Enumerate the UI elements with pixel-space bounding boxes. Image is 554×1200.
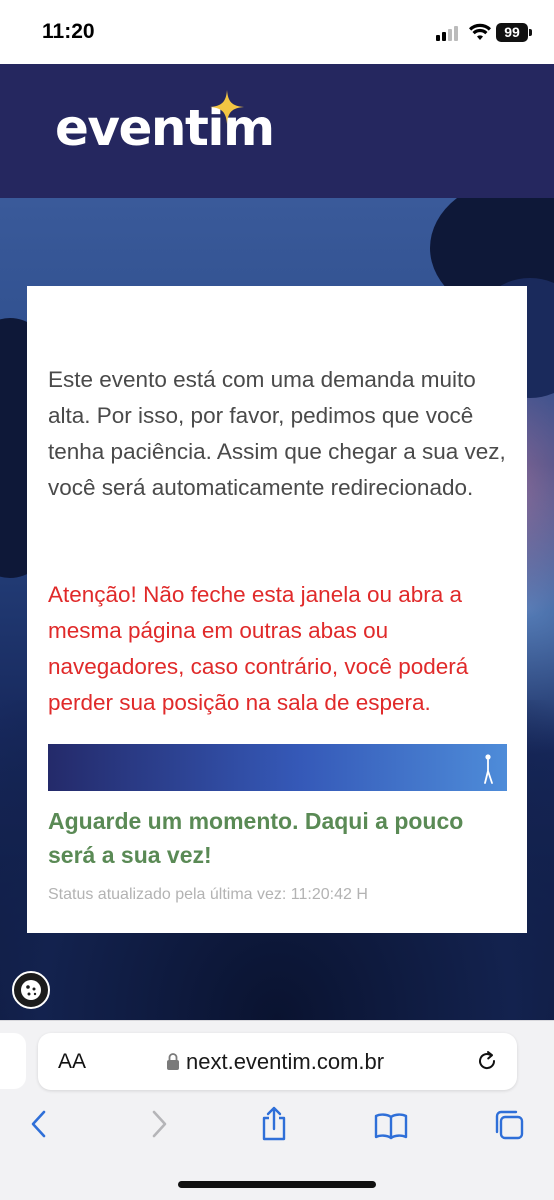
url-text[interactable]: next.eventim.com.br: [186, 1049, 384, 1075]
reload-icon[interactable]: [475, 1049, 499, 1073]
queue-progress-bar: [48, 744, 507, 791]
previous-tab-preview[interactable]: [0, 1033, 26, 1089]
demand-message: Este evento está com uma demanda muito a…: [48, 367, 506, 500]
cookie-settings-button[interactable]: [12, 971, 50, 1009]
home-indicator[interactable]: [178, 1181, 376, 1188]
status-bar: 11:20 99: [0, 0, 554, 64]
cookie-icon: [21, 980, 41, 1000]
wifi-icon: [469, 23, 491, 40]
site-header: eventim: [0, 64, 554, 198]
text-size-button[interactable]: AA: [58, 1050, 86, 1074]
tabs-icon[interactable]: [492, 1108, 526, 1142]
battery-tip: [529, 29, 532, 36]
lock-icon: [167, 1053, 179, 1070]
bookmarks-icon[interactable]: [373, 1111, 409, 1141]
back-icon[interactable]: [28, 1109, 50, 1139]
status-time: 11:20: [42, 20, 95, 43]
forward-icon[interactable]: [148, 1109, 170, 1139]
walker-icon: [484, 754, 493, 784]
status-updated-text: Status atualizado pela última vez: 11:20…: [48, 886, 368, 903]
address-bar[interactable]: AA next.eventim.com.br: [38, 1033, 517, 1090]
waiting-room-card: Este evento está com uma demanda muito a…: [27, 286, 527, 933]
browser-toolbar: AA next.eventim.com.br: [0, 1020, 554, 1200]
wait-message: Aguarde um momento. Daqui a pouco será a…: [48, 808, 464, 868]
share-icon[interactable]: [259, 1105, 289, 1143]
signal-icon: [436, 25, 462, 41]
battery-icon: 99: [496, 23, 528, 42]
warning-message: Atenção! Não feche esta janela ou abra a…: [48, 582, 469, 715]
sparkle-icon: [210, 90, 244, 124]
